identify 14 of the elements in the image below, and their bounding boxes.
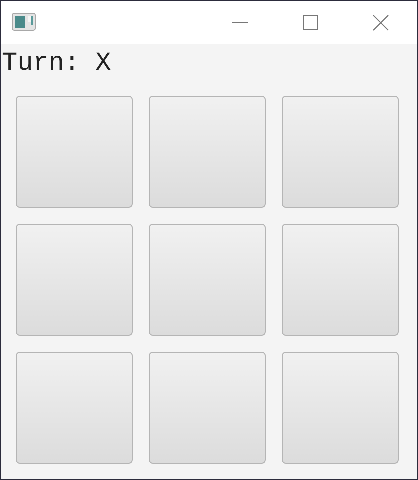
board-cell-button[interactable] [149,224,266,336]
close-icon [373,14,389,30]
app-icon [12,12,36,30]
board-cell-button[interactable] [16,224,133,336]
board-cell-button[interactable] [282,96,399,208]
minimize-icon [232,22,248,24]
board-cell-button[interactable] [282,352,399,464]
turn-label: Turn: X [1,48,112,78]
board-cell-button[interactable] [149,352,266,464]
board-cell-button[interactable] [149,96,266,208]
board-cell-button[interactable] [16,352,133,464]
board-cell-button[interactable] [16,96,133,208]
maximize-icon [302,15,318,30]
board-cell-button[interactable] [282,224,399,336]
